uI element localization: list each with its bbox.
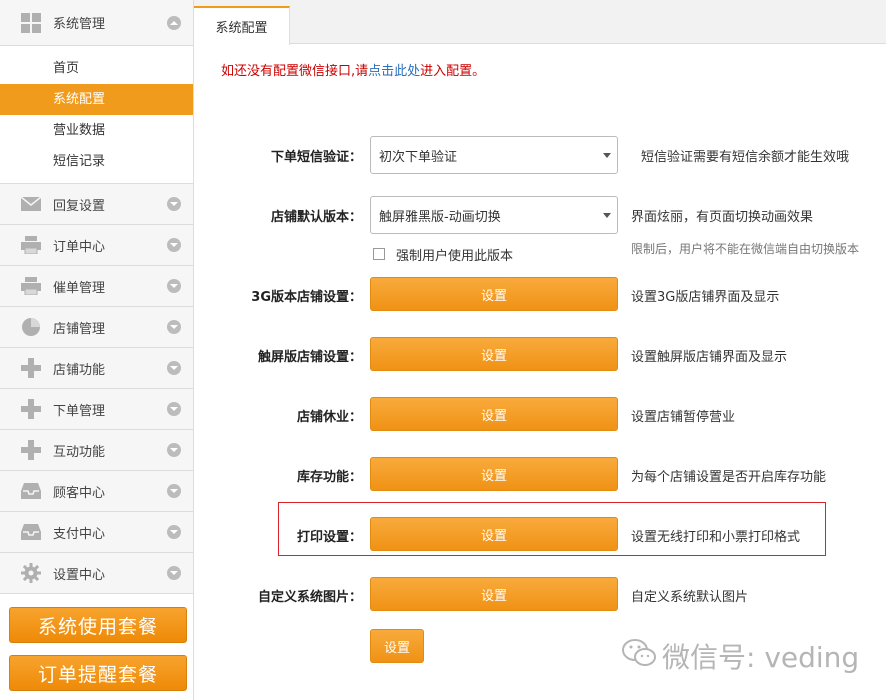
inventory-desc: 为每个店铺设置是否开启库存功能 bbox=[631, 470, 827, 485]
store-closure-desc: 设置店铺暂停营业 bbox=[631, 410, 736, 425]
submenu-item-home[interactable]: 首页 bbox=[0, 53, 193, 84]
sms-verify-label: 下单短信验证： bbox=[270, 150, 362, 165]
config-notice: 如还没有配置微信接口,请点击此处进入配置。 bbox=[221, 60, 485, 79]
default-version-select[interactable]: 触屏雅黑版-动画切换 bbox=[370, 196, 618, 234]
force-version-label: 强制用户使用此版本 bbox=[396, 249, 514, 264]
dropdown-caret-icon bbox=[603, 153, 611, 158]
chevron-down-icon[interactable] bbox=[167, 238, 181, 252]
menu-group-label: 设置中心 bbox=[53, 567, 106, 583]
submenu-system: 首页 系统配置 营业数据 短信记录 bbox=[0, 46, 193, 184]
save-button[interactable]: 设置 bbox=[370, 629, 424, 663]
sidebar: 系统管理 首页 系统配置 营业数据 短信记录 回复设置 订单中心 催单管理 店铺… bbox=[0, 0, 194, 700]
wechat-logo-icon bbox=[622, 638, 656, 674]
menu-group-order-management[interactable]: 下单管理 bbox=[0, 389, 193, 430]
menu-group-interaction[interactable]: 互动功能 bbox=[0, 430, 193, 471]
touch-store-settings-desc: 设置触屏版店铺界面及显示 bbox=[631, 350, 788, 365]
chevron-down-icon[interactable] bbox=[167, 402, 181, 416]
menu-group-label: 回复设置 bbox=[53, 198, 106, 214]
inbox-icon bbox=[20, 481, 42, 501]
chevron-down-icon[interactable] bbox=[167, 279, 181, 293]
plus-icon bbox=[20, 358, 42, 378]
menu-group-label: 系统管理 bbox=[53, 17, 106, 32]
menu-group-reminders[interactable]: 催单管理 bbox=[0, 266, 193, 307]
menu-group-label: 订单中心 bbox=[53, 239, 106, 255]
watermark-text: 微信号: veding bbox=[662, 641, 860, 674]
chevron-down-icon[interactable] bbox=[167, 566, 181, 580]
chevron-down-icon[interactable] bbox=[167, 361, 181, 375]
menu-group-settings[interactable]: 设置中心 bbox=[0, 553, 193, 594]
menu-group-label: 下单管理 bbox=[53, 403, 106, 419]
menu-group-label: 顾客中心 bbox=[53, 485, 106, 501]
touch-store-settings-label: 触屏版店铺设置： bbox=[257, 350, 362, 365]
chevron-down-icon[interactable] bbox=[167, 525, 181, 539]
touch-store-settings-button[interactable]: 设置 bbox=[370, 337, 618, 371]
inventory-button[interactable]: 设置 bbox=[370, 457, 618, 491]
menu-group-orders[interactable]: 订单中心 bbox=[0, 225, 193, 266]
dropdown-caret-icon bbox=[603, 213, 611, 218]
menu-group-label: 互动功能 bbox=[53, 444, 106, 460]
force-version-desc: 限制后，用户将不能在微信端自由切换版本 bbox=[631, 242, 860, 256]
pie-chart-icon bbox=[20, 317, 42, 337]
submenu-item-system-config[interactable]: 系统配置 bbox=[0, 84, 193, 115]
menu-group-reply[interactable]: 回复设置 bbox=[0, 184, 193, 225]
chevron-up-icon[interactable] bbox=[167, 16, 181, 30]
force-version-checkbox[interactable] bbox=[373, 248, 385, 260]
sms-verify-desc: 短信验证需要有短信余额才能生效哦 bbox=[641, 150, 850, 165]
tab-bar: 系统配置 bbox=[194, 0, 886, 45]
custom-images-desc: 自定义系统默认图片 bbox=[631, 590, 749, 605]
print-settings-desc: 设置无线打印和小票打印格式 bbox=[631, 530, 801, 545]
printer-icon bbox=[20, 235, 42, 255]
3g-store-settings-button[interactable]: 设置 bbox=[370, 277, 618, 311]
menu-group-label: 支付中心 bbox=[53, 526, 106, 542]
menu-group-payment[interactable]: 支付中心 bbox=[0, 512, 193, 553]
menu-group-system[interactable]: 系统管理 bbox=[0, 0, 193, 46]
default-version-value: 触屏雅黑版-动画切换 bbox=[379, 209, 501, 225]
submenu-item-sms-records[interactable]: 短信记录 bbox=[0, 146, 193, 177]
menu-group-label: 催单管理 bbox=[53, 280, 106, 296]
chevron-down-icon[interactable] bbox=[167, 484, 181, 498]
menu-group-label: 店铺管理 bbox=[53, 321, 106, 337]
mail-icon bbox=[20, 194, 42, 214]
inbox-icon bbox=[20, 522, 42, 542]
inventory-label: 库存功能： bbox=[296, 470, 362, 485]
custom-images-label: 自定义系统图片： bbox=[257, 590, 362, 605]
menu-group-label: 店铺功能 bbox=[53, 362, 106, 378]
printer-icon bbox=[20, 276, 42, 296]
store-closure-button[interactable]: 设置 bbox=[370, 397, 618, 431]
default-version-label: 店铺默认版本： bbox=[270, 210, 362, 225]
system-package-button[interactable]: 系统使用套餐 bbox=[9, 607, 187, 643]
3g-store-settings-desc: 设置3G版店铺界面及显示 bbox=[631, 290, 780, 305]
config-link[interactable]: 点击此处 bbox=[368, 64, 420, 79]
default-version-desc: 界面炫丽，有页面切换动画效果 bbox=[631, 210, 814, 225]
wechat-watermark: 微信号: veding bbox=[622, 636, 859, 676]
plus-icon bbox=[20, 399, 42, 419]
store-closure-label: 店铺休业： bbox=[296, 410, 362, 425]
chevron-down-icon[interactable] bbox=[167, 443, 181, 457]
gear-icon bbox=[20, 563, 42, 583]
print-settings-label: 打印设置： bbox=[296, 530, 362, 545]
print-settings-button[interactable]: 设置 bbox=[370, 517, 618, 551]
submenu-item-business-data[interactable]: 营业数据 bbox=[0, 115, 193, 146]
sms-verify-select[interactable]: 初次下单验证 bbox=[370, 136, 618, 174]
menu-group-store[interactable]: 店铺管理 bbox=[0, 307, 193, 348]
3g-store-settings-label: 3G版本店铺设置： bbox=[251, 290, 362, 305]
tab-system-config[interactable]: 系统配置 bbox=[194, 6, 290, 45]
order-reminder-package-button[interactable]: 订单提醒套餐 bbox=[9, 655, 187, 691]
menu-group-store-features[interactable]: 店铺功能 bbox=[0, 348, 193, 389]
chevron-down-icon[interactable] bbox=[167, 197, 181, 211]
notice-suffix: 进入配置。 bbox=[420, 64, 486, 79]
plus-icon bbox=[20, 440, 42, 460]
menu-group-customers[interactable]: 顾客中心 bbox=[0, 471, 193, 512]
grid-icon bbox=[20, 12, 42, 33]
notice-prefix: 如还没有配置微信接口,请 bbox=[221, 64, 369, 79]
chevron-down-icon[interactable] bbox=[167, 320, 181, 334]
sms-verify-value: 初次下单验证 bbox=[379, 149, 458, 165]
custom-images-button[interactable]: 设置 bbox=[370, 577, 618, 611]
